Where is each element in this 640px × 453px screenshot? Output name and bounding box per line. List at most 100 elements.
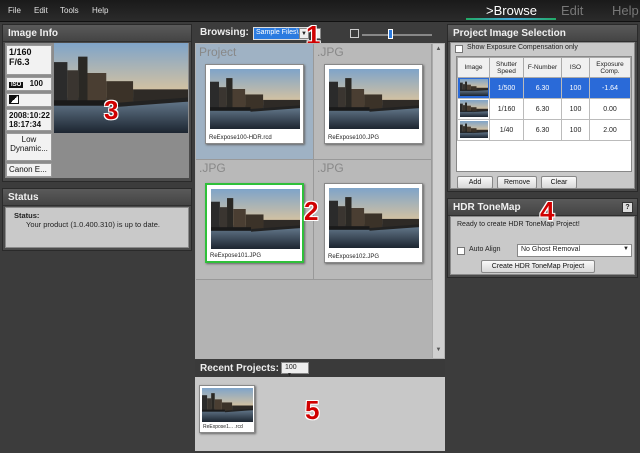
- table-row[interactable]: 1/40 6.30 100 2.00: [457, 119, 631, 141]
- thumbnail-card-selected[interactable]: ReExpose101.JPG: [205, 183, 304, 263]
- table-row[interactable]: 1/160 6.30 100 0.00: [457, 98, 631, 120]
- empty-right-area: [447, 280, 638, 451]
- thumbnail-image: [329, 69, 419, 129]
- row-iso: 100: [561, 98, 590, 120]
- chevron-down-icon: ▼: [623, 246, 629, 252]
- add-button[interactable]: Add: [457, 176, 493, 189]
- clear-button[interactable]: Clear: [541, 176, 577, 189]
- row-thumbnail: [457, 77, 490, 99]
- menu-bar: File Edit Tools Help >Browse Edit Help: [0, 0, 640, 22]
- row-iso: 100: [561, 119, 590, 141]
- recent-project-filename: ReExpose1... .rcd: [203, 424, 243, 430]
- thumbnail-group-jpg: .JPG ReExpose100.JPG: [314, 44, 432, 160]
- row-shutter: 1/160: [489, 98, 524, 120]
- menu-file[interactable]: File: [8, 6, 21, 15]
- zoom-slider-thumb[interactable]: [388, 29, 393, 39]
- menu-edit[interactable]: Edit: [34, 6, 48, 15]
- ghost-removal-value: No Ghost Removal: [521, 246, 581, 253]
- row-comp: -1.64: [589, 77, 631, 99]
- recent-projects-header: Recent Projects: 100 ▼: [195, 360, 445, 378]
- exposure-comp-icon: [9, 95, 19, 104]
- status-message: Your product (1.0.400.310) is up to date…: [26, 220, 160, 229]
- dynamic-info: Low Dynamic...: [6, 133, 52, 161]
- status-heading: Status:: [14, 211, 40, 220]
- remove-button[interactable]: Remove: [497, 176, 537, 189]
- iso-info: ISO 100: [6, 77, 52, 91]
- thumbnail-image: [210, 69, 300, 129]
- recent-projects-area: ReExpose1... .rcd 5: [195, 377, 445, 451]
- active-tab-indicator: [466, 18, 556, 20]
- auto-align-checkbox[interactable]: [457, 247, 465, 255]
- preview-image: [54, 43, 188, 133]
- thumbnail-group-project: Project ReExpose100-HDR.rcd: [196, 44, 314, 160]
- recent-project-image: [202, 388, 253, 422]
- tab-browse[interactable]: >Browse: [486, 3, 537, 18]
- recent-projects-label: Recent Projects:: [200, 363, 279, 374]
- callout-2: 2: [304, 196, 319, 226]
- exposure-comp-info: [6, 93, 52, 107]
- col-exposure-comp: Exposure Comp.: [589, 57, 631, 78]
- exposure-value: 1/160: [9, 47, 32, 57]
- thumbnail-card[interactable]: ReExpose102.JPG: [324, 183, 423, 263]
- browsing-label: Browsing:: [200, 27, 249, 38]
- project-selection-title: Project Image Selection: [448, 25, 637, 42]
- thumbnail-group-jpg: .JPG ReExpose102.JPG: [314, 160, 432, 280]
- row-shutter: 1/500: [489, 77, 524, 99]
- row-iso: 100: [561, 77, 590, 99]
- group-label: .JPG: [317, 45, 344, 59]
- callout-3: 3: [104, 95, 119, 125]
- show-comp-checkbox[interactable]: [455, 45, 463, 53]
- callout-5: 5: [305, 395, 320, 425]
- status-body: Status: Your product (1.0.400.310) is up…: [5, 207, 189, 248]
- thumbnail-filename: ReExpose100.JPG: [328, 135, 380, 141]
- empty-left-area: [2, 253, 192, 451]
- tab-help[interactable]: Help: [612, 3, 639, 18]
- row-comp: 0.00: [589, 98, 631, 120]
- zoom-slider[interactable]: [362, 34, 432, 36]
- menu-tools[interactable]: Tools: [60, 6, 79, 15]
- menu-help[interactable]: Help: [92, 6, 108, 15]
- row-thumbnail: [457, 119, 490, 141]
- scroll-up-icon[interactable]: ▲: [434, 46, 443, 55]
- thumbnail-card[interactable]: ReExpose100-HDR.rcd: [205, 64, 304, 144]
- show-comp-label: Show Exposure Compensation only: [467, 44, 578, 51]
- thumbnail-image: [329, 188, 419, 248]
- folder-value: Sample Files\: [256, 29, 299, 36]
- iso-value: 100: [29, 79, 43, 88]
- aperture-value: F/6.3: [9, 57, 30, 67]
- hdr-ready-message: Ready to create HDR ToneMap Project!: [457, 221, 580, 228]
- thumbnail-scrollbar[interactable]: ▲ ▼: [432, 44, 444, 358]
- scroll-down-icon[interactable]: ▼: [434, 347, 443, 356]
- date-value: 2008:10:22: [9, 111, 50, 120]
- image-table: Image Shutter Speed F-Number ISO Exposur…: [457, 57, 631, 141]
- thumbnail-filename: ReExpose102.JPG: [328, 254, 380, 260]
- thumbnail-filename: ReExpose101.JPG: [210, 253, 262, 259]
- recent-project-card[interactable]: ReExpose1... .rcd: [199, 385, 255, 433]
- thumbnail-group-jpg: .JPG ReExpose101.JPG: [196, 160, 314, 280]
- callout-4: 4: [540, 196, 555, 226]
- thumbnail-image: [211, 189, 300, 249]
- table-row[interactable]: 1/500 6.30 100 -1.64: [457, 77, 631, 99]
- help-button[interactable]: ?: [622, 202, 633, 213]
- row-fnumber: 6.30: [523, 98, 562, 120]
- image-info-title: Image Info: [3, 25, 191, 42]
- status-title: Status: [3, 189, 191, 206]
- row-fnumber: 6.30: [523, 77, 562, 99]
- zoom-icon: [350, 29, 359, 38]
- project-selection-body: Show Exposure Compensation only Image Sh…: [450, 42, 635, 189]
- row-comp: 2.00: [589, 119, 631, 141]
- tab-edit[interactable]: Edit: [561, 3, 583, 18]
- thumbnail-filename: ReExpose100-HDR.rcd: [209, 135, 272, 141]
- exposure-info: 1/160 F/6.3: [6, 45, 52, 75]
- recent-count-dropdown[interactable]: 100 ▼: [281, 362, 309, 378]
- group-label: .JPG: [317, 161, 344, 175]
- image-table-container: Image Shutter Speed F-Number ISO Exposur…: [456, 56, 632, 172]
- row-fnumber: 6.30: [523, 119, 562, 141]
- thumbnail-card[interactable]: ReExpose100.JPG: [324, 64, 423, 144]
- table-header-row: Image Shutter Speed F-Number ISO Exposur…: [457, 57, 631, 78]
- row-thumbnail: [457, 98, 490, 120]
- create-hdr-button[interactable]: Create HDR ToneMap Project: [481, 260, 595, 273]
- auto-align-label: Auto Align: [469, 246, 501, 253]
- ghost-removal-dropdown[interactable]: No Ghost Removal ▼: [517, 244, 632, 257]
- group-label: Project: [199, 45, 237, 59]
